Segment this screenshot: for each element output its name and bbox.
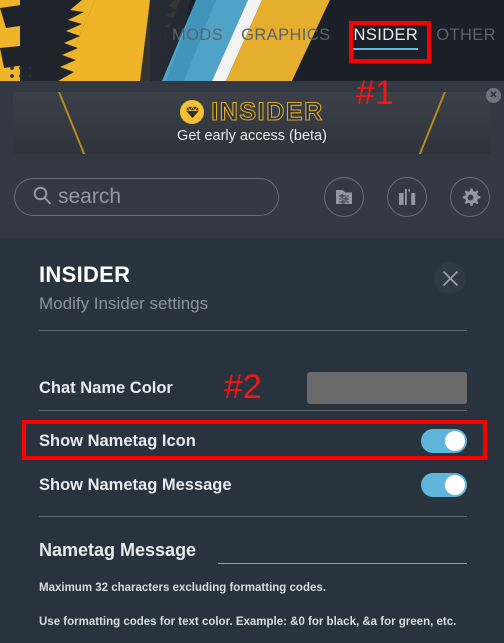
insider-promo-banner[interactable]: INSIDER Get early access (beta) bbox=[13, 92, 491, 154]
hint-formatting-codes: Use formatting codes for text color. Exa… bbox=[39, 616, 457, 628]
app-header: MODS GRAPHICS INSIDER OTHER bbox=[0, 0, 504, 81]
nav-item-other[interactable]: OTHER bbox=[436, 26, 496, 45]
hint-max-characters: Maximum 32 characters excluding formatti… bbox=[39, 582, 326, 594]
nametag-message-input[interactable] bbox=[218, 563, 467, 564]
divider-top bbox=[39, 330, 467, 331]
panel-close-icon[interactable] bbox=[434, 262, 466, 294]
nav-item-insider[interactable]: INSIDER bbox=[348, 26, 419, 50]
search-placeholder: search bbox=[58, 185, 122, 208]
search-input[interactable]: search bbox=[14, 178, 279, 216]
toggle-knob bbox=[445, 431, 465, 451]
page-subtitle: Modify Insider settings bbox=[39, 294, 209, 313]
show-nametag-message-toggle[interactable] bbox=[421, 473, 467, 497]
show-nametag-icon-row: Show Nametag Icon bbox=[39, 428, 467, 454]
show-nametag-message-label: Show Nametag Message bbox=[39, 475, 232, 494]
toggle-knob bbox=[445, 475, 465, 495]
nametag-message-row: Nametag Message bbox=[39, 536, 467, 564]
panel-header: INSIDER Modify Insider settings bbox=[39, 262, 208, 314]
main-navigation: MODS GRAPHICS INSIDER OTHER bbox=[172, 26, 496, 50]
columns-chart-icon[interactable] bbox=[387, 177, 427, 217]
chat-name-color-row: Chat Name Color bbox=[39, 370, 467, 406]
promo-title: INSIDER bbox=[211, 97, 324, 126]
show-nametag-icon-label: Show Nametag Icon bbox=[39, 431, 196, 450]
nav-item-mods[interactable]: MODS bbox=[172, 26, 223, 45]
promo-close-icon[interactable]: ✕ bbox=[486, 88, 501, 103]
search-toolbar: search bbox=[0, 165, 504, 238]
diamond-icon bbox=[180, 100, 205, 124]
gear-icon[interactable] bbox=[450, 177, 490, 217]
list-settings-icon[interactable] bbox=[324, 177, 364, 217]
chat-name-color-swatch[interactable] bbox=[307, 372, 467, 404]
insider-settings-panel: INSIDER Modify Insider settings Chat Nam… bbox=[0, 238, 504, 643]
show-nametag-message-row: Show Nametag Message bbox=[39, 472, 467, 498]
search-icon bbox=[32, 185, 52, 210]
nav-item-graphics[interactable]: GRAPHICS bbox=[241, 26, 330, 45]
divider-1 bbox=[39, 410, 467, 411]
promo-subtitle: Get early access (beta) bbox=[177, 128, 327, 144]
nametag-message-label: Nametag Message bbox=[39, 539, 197, 560]
divider-2 bbox=[39, 516, 467, 517]
show-nametag-icon-toggle[interactable] bbox=[421, 429, 467, 453]
promo-banner-area: INSIDER Get early access (beta) ✕ bbox=[0, 81, 504, 165]
page-title: INSIDER bbox=[39, 262, 131, 287]
chat-name-color-label: Chat Name Color bbox=[39, 378, 173, 397]
